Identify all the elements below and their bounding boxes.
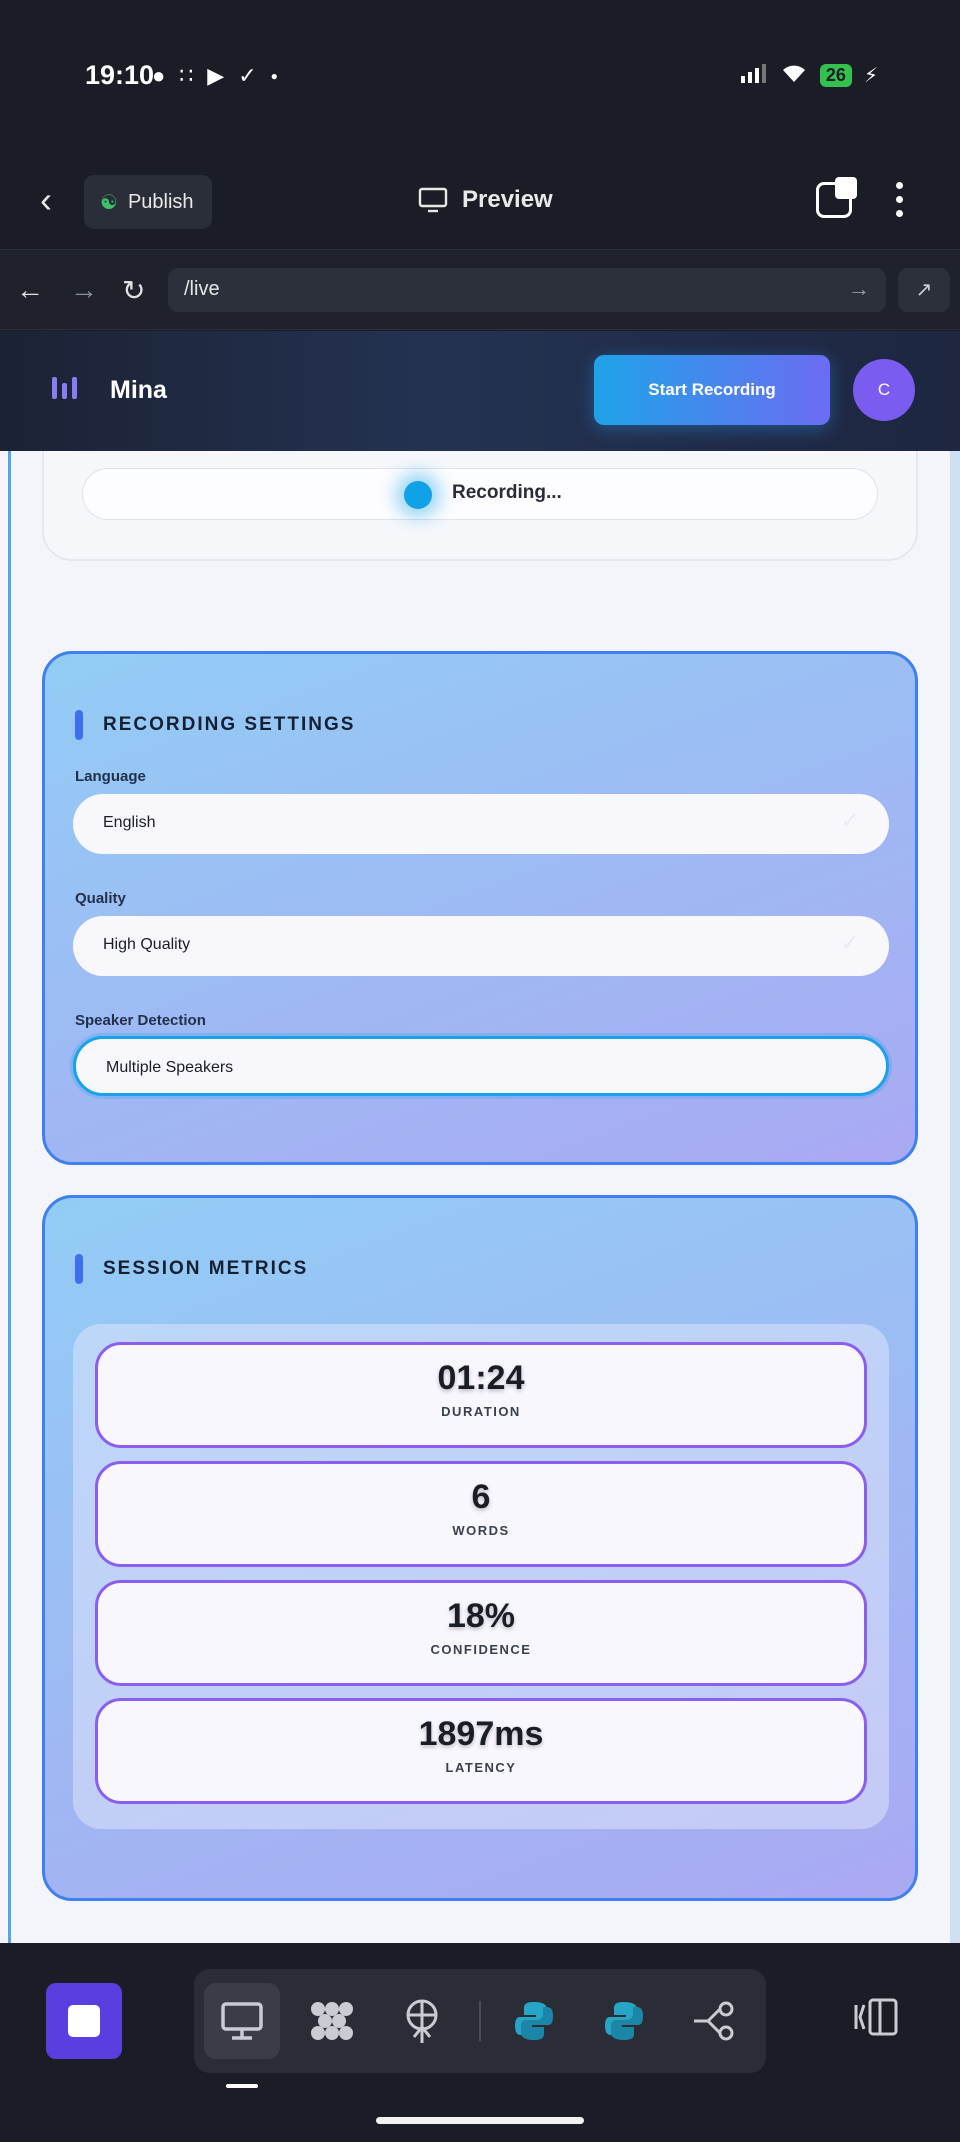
side-panel-icon[interactable] bbox=[852, 1997, 900, 2046]
speaker-detection-select[interactable]: Multiple Speakers bbox=[73, 1036, 889, 1096]
publish-button[interactable]: ☯ Publish bbox=[84, 175, 212, 229]
active-tool-indicator bbox=[226, 2084, 258, 2088]
quality-value: High Quality bbox=[103, 936, 191, 953]
recording-status-text: Recording... bbox=[452, 482, 562, 503]
youtube-icon: ▶ bbox=[207, 63, 225, 88]
monitor-icon[interactable] bbox=[204, 1983, 280, 2059]
reload-icon[interactable]: ↻ bbox=[122, 274, 145, 307]
app-toolbar: ‹ ☯ Publish Preview bbox=[0, 150, 960, 250]
status-notification-icons: ● ∷ ▶ ✓ ● bbox=[152, 63, 278, 89]
metric-card-latency: 1897ms LATENCY bbox=[95, 1698, 867, 1804]
metric-value: 1897ms bbox=[418, 1715, 544, 1753]
publish-label: Publish bbox=[127, 190, 194, 213]
python-icon[interactable] bbox=[496, 1983, 572, 2059]
url-text: /live bbox=[184, 278, 220, 300]
panel-title: SESSION METRICS bbox=[103, 1258, 309, 1279]
monitor-icon bbox=[418, 187, 448, 213]
language-value: English bbox=[103, 814, 156, 831]
dock-separator bbox=[479, 2001, 481, 2041]
metric-card-confidence: 18% CONFIDENCE bbox=[95, 1580, 867, 1686]
stop-button[interactable] bbox=[46, 1983, 122, 2059]
metric-label: LATENCY bbox=[445, 1760, 517, 1775]
python-icon[interactable] bbox=[586, 1983, 662, 2059]
tabs-icon[interactable] bbox=[816, 177, 857, 218]
recording-indicator-dot bbox=[404, 481, 432, 509]
scroll-edge-line bbox=[8, 451, 11, 1943]
url-input[interactable]: /live → bbox=[168, 268, 886, 312]
brand-name: Mina bbox=[110, 376, 167, 404]
dock-tool-group bbox=[194, 1969, 766, 2073]
preview-label: Preview bbox=[462, 186, 553, 213]
metric-label: CONFIDENCE bbox=[430, 1642, 532, 1657]
scrollbar-track[interactable] bbox=[950, 451, 960, 1943]
bottom-dock bbox=[0, 1943, 960, 2142]
antenna-icon[interactable] bbox=[384, 1983, 460, 2059]
metric-card-words: 6 WORDS bbox=[95, 1461, 867, 1567]
metrics-container: 01:24 DURATION 6 WORDS 18% CONFIDENCE 18… bbox=[73, 1324, 889, 1829]
home-indicator[interactable] bbox=[376, 2117, 584, 2124]
quality-label: Quality bbox=[75, 890, 126, 907]
charging-icon: ⚡ bbox=[863, 65, 878, 87]
speaker-detection-value: Multiple Speakers bbox=[106, 1059, 234, 1076]
panel-accent-bar bbox=[75, 1254, 83, 1284]
blocks-icon[interactable] bbox=[294, 1983, 370, 2059]
logo-waveform-icon bbox=[52, 377, 77, 399]
quality-select[interactable]: High Quality ✓ bbox=[73, 916, 889, 976]
preview-toggle[interactable]: Preview bbox=[418, 186, 553, 214]
back-chevron-icon[interactable]: ‹ bbox=[40, 182, 52, 218]
recording-settings-panel: RECORDING SETTINGS Language English ✓ Qu… bbox=[42, 651, 918, 1165]
signal-icon bbox=[740, 62, 768, 89]
speaker-detection-label: Speaker Detection bbox=[75, 1012, 206, 1029]
battery-icon: 26 bbox=[819, 64, 852, 87]
more-options-icon[interactable] bbox=[896, 182, 908, 217]
status-time: 19:10 bbox=[85, 60, 155, 90]
panel-title: RECORDING SETTINGS bbox=[103, 714, 356, 735]
dots-grid-icon: ∷ bbox=[179, 63, 194, 88]
web-content: Recording... Mina Start Recording C RECO… bbox=[0, 331, 960, 1943]
metric-label: DURATION bbox=[441, 1404, 521, 1419]
dot-icon: ● bbox=[270, 69, 278, 83]
language-label: Language bbox=[75, 768, 146, 785]
metric-value: 18% bbox=[446, 1597, 516, 1635]
site-header: Mina Start Recording C bbox=[0, 331, 960, 451]
language-select[interactable]: English ✓ bbox=[73, 794, 889, 854]
metric-value: 6 bbox=[471, 1478, 491, 1516]
url-go-icon[interactable]: → bbox=[848, 276, 870, 302]
metric-label: WORDS bbox=[452, 1523, 510, 1538]
chat-icon: ● bbox=[152, 63, 166, 88]
start-recording-button[interactable]: Start Recording bbox=[594, 355, 830, 425]
open-external-icon[interactable]: ↗ bbox=[898, 268, 950, 312]
chevron-down-icon: ✓ bbox=[840, 808, 859, 833]
avatar[interactable]: C bbox=[853, 359, 915, 421]
metric-value: 01:24 bbox=[437, 1359, 525, 1397]
publish-tree-icon: ☯ bbox=[100, 191, 118, 214]
status-bar: 19:10 ● ∷ ▶ ✓ ● 26 ⚡ bbox=[0, 0, 960, 150]
browser-url-bar: ← → ↻ /live → ↗ bbox=[0, 250, 960, 330]
wifi-icon bbox=[780, 62, 808, 89]
browser-forward-icon[interactable]: → bbox=[70, 274, 98, 306]
browser-back-icon[interactable]: ← bbox=[16, 274, 44, 306]
session-metrics-panel: SESSION METRICS 01:24 DURATION 6 WORDS 1… bbox=[42, 1195, 918, 1901]
check-circle-icon: ✓ bbox=[238, 63, 257, 88]
panel-accent-bar bbox=[75, 710, 83, 740]
chevron-down-icon: ✓ bbox=[840, 930, 859, 955]
status-system-icons: 26 ⚡ bbox=[740, 62, 878, 89]
flow-icon[interactable] bbox=[676, 1983, 752, 2059]
metric-card-duration: 01:24 DURATION bbox=[95, 1342, 867, 1448]
